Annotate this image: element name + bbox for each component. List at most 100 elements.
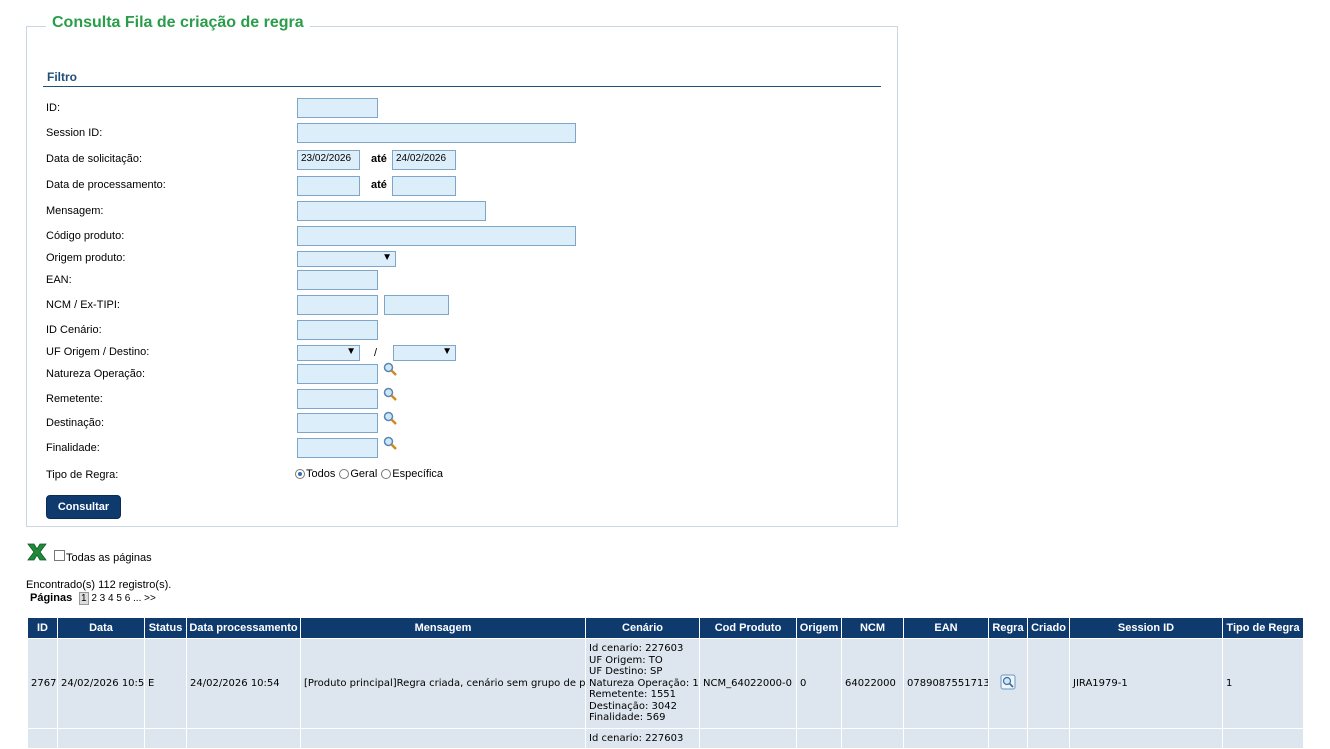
label-ean: EAN: bbox=[46, 274, 72, 286]
session-id-input[interactable] bbox=[297, 123, 576, 143]
cell-ncm: 64022000 bbox=[841, 638, 904, 729]
cell-cod-produto bbox=[699, 727, 797, 749]
ncm-input[interactable] bbox=[297, 295, 378, 315]
data-solicitacao-ate-input[interactable]: 24/02/2026 bbox=[392, 150, 456, 170]
cell-origem bbox=[796, 727, 842, 749]
cell-data: 24/02/2026 10:54 bbox=[57, 638, 145, 729]
results-count: Encontrado(s) 112 registro(s). bbox=[26, 579, 172, 591]
chevron-down-icon: ▼ bbox=[442, 346, 452, 357]
radio-todos[interactable] bbox=[295, 469, 305, 479]
col-header[interactable]: Cod Produto bbox=[699, 617, 797, 639]
radio-geral[interactable] bbox=[339, 469, 350, 479]
label-data-solicitacao: Data de solicitação: bbox=[46, 153, 142, 165]
pagination: Páginas 1 2 3 4 5 6 ... >> bbox=[30, 592, 156, 605]
col-header[interactable]: Tipo de Regra bbox=[1222, 617, 1304, 639]
label-uf: UF Origem / Destino: bbox=[46, 346, 150, 358]
label-session-id: Session ID: bbox=[46, 127, 103, 139]
label-origem-produto: Origem produto: bbox=[46, 252, 126, 264]
cell-status: E bbox=[144, 638, 187, 729]
cenario-line: Finalidade: 569 bbox=[589, 712, 666, 723]
cenario-line: Natureza Operação: 110 bbox=[589, 677, 700, 689]
data-processamento-de-input[interactable] bbox=[297, 176, 360, 196]
col-header[interactable]: Criado bbox=[1027, 617, 1070, 639]
codigo-produto-input[interactable] bbox=[297, 226, 576, 246]
chevron-down-icon: ▼ bbox=[382, 252, 392, 263]
col-header[interactable]: Origem bbox=[796, 617, 842, 639]
radio-geral-label: Geral bbox=[350, 468, 378, 480]
search-icon[interactable] bbox=[383, 411, 397, 425]
col-header[interactable]: ID bbox=[27, 617, 58, 639]
col-header[interactable]: Cenário bbox=[585, 617, 700, 639]
cell-origem: 0 bbox=[796, 638, 842, 729]
destinacao-input[interactable] bbox=[297, 413, 378, 433]
filter-divider bbox=[43, 86, 881, 87]
label-data-processamento: Data de processamento: bbox=[46, 179, 166, 191]
cell-regra bbox=[988, 638, 1028, 729]
page-link[interactable]: 2 bbox=[91, 593, 97, 604]
cell-session-id: JIRA1979-1 bbox=[1069, 638, 1223, 729]
view-rule-icon[interactable] bbox=[1000, 674, 1016, 690]
id-cenario-input[interactable] bbox=[297, 320, 378, 340]
tipo-regra-radio-group: Todos Geral Específica bbox=[295, 468, 443, 480]
col-header[interactable]: Session ID bbox=[1069, 617, 1223, 639]
page-link[interactable]: 6 bbox=[125, 593, 131, 604]
remetente-input[interactable] bbox=[297, 389, 378, 409]
radio-todos-label: Todos bbox=[306, 468, 336, 480]
col-header[interactable]: Data processamento bbox=[186, 617, 301, 639]
cenario-line: UF Destino: SP bbox=[589, 666, 663, 677]
page-link[interactable]: 4 bbox=[108, 593, 114, 604]
col-header[interactable]: Status bbox=[144, 617, 187, 639]
uf-destino-select[interactable]: ▼ bbox=[393, 345, 456, 361]
origem-produto-select[interactable]: ▼ bbox=[297, 251, 396, 267]
cell-cod-produto: NCM_64022000-0 bbox=[699, 638, 797, 729]
page-link[interactable]: 5 bbox=[116, 593, 122, 604]
mensagem-input[interactable] bbox=[297, 201, 486, 221]
consultar-button[interactable]: Consultar bbox=[46, 495, 121, 519]
radio-especifica-label: Específica bbox=[392, 468, 444, 480]
filter-panel bbox=[26, 26, 898, 527]
ean-input[interactable] bbox=[297, 270, 378, 290]
cell-session-id bbox=[1069, 727, 1223, 749]
label-id-cenario: ID Cenário: bbox=[46, 324, 102, 336]
cell-id bbox=[27, 727, 58, 749]
col-header[interactable]: EAN bbox=[903, 617, 989, 639]
label-id: ID: bbox=[46, 102, 61, 114]
data-solicitacao-de-input[interactable]: 23/02/2026 bbox=[297, 150, 360, 170]
cell-ean: 07890875517139 bbox=[903, 638, 989, 729]
paginas-label: Páginas bbox=[30, 592, 73, 604]
ex-tipi-input[interactable] bbox=[384, 295, 449, 315]
col-header[interactable]: Regra bbox=[988, 617, 1028, 639]
chevron-down-icon: ▼ bbox=[346, 346, 356, 357]
page-link[interactable]: 3 bbox=[100, 593, 106, 604]
label-tipo-regra: Tipo de Regra: bbox=[46, 469, 119, 481]
col-header[interactable]: NCM bbox=[841, 617, 904, 639]
finalidade-input[interactable] bbox=[297, 438, 378, 458]
search-icon[interactable] bbox=[383, 387, 397, 401]
col-header[interactable]: Mensagem bbox=[300, 617, 586, 639]
data-processamento-ate-input[interactable] bbox=[392, 176, 456, 196]
search-icon[interactable] bbox=[383, 436, 397, 450]
cell-mensagem bbox=[300, 727, 586, 749]
label-ncm: NCM / Ex-TIPI: bbox=[46, 299, 120, 311]
cell-regra bbox=[988, 727, 1028, 749]
cell-id: 2767 bbox=[27, 638, 58, 729]
filter-section-title: Filtro bbox=[47, 70, 77, 84]
page-link-current[interactable]: 1 bbox=[78, 592, 89, 605]
col-header[interactable]: Data bbox=[57, 617, 145, 639]
next-pages-link[interactable]: >> bbox=[144, 593, 156, 604]
search-icon[interactable] bbox=[383, 362, 397, 376]
cell-ncm bbox=[841, 727, 904, 749]
table-row: Id cenario: 227603 bbox=[27, 727, 1304, 749]
radio-especifica[interactable] bbox=[381, 469, 392, 479]
excel-icon[interactable] bbox=[26, 542, 48, 562]
label-destinacao: Destinação: bbox=[46, 417, 105, 429]
cell-criado bbox=[1027, 638, 1070, 729]
uf-origem-select[interactable]: ▼ bbox=[297, 345, 360, 361]
cell-criado bbox=[1027, 727, 1070, 749]
label-mensagem: Mensagem: bbox=[46, 205, 104, 217]
todas-paginas-checkbox[interactable] bbox=[54, 550, 65, 561]
todas-paginas-label: Todas as páginas bbox=[66, 552, 152, 564]
ate-label-2: até bbox=[371, 179, 387, 191]
id-input[interactable] bbox=[297, 98, 378, 118]
natureza-input[interactable] bbox=[297, 364, 378, 384]
